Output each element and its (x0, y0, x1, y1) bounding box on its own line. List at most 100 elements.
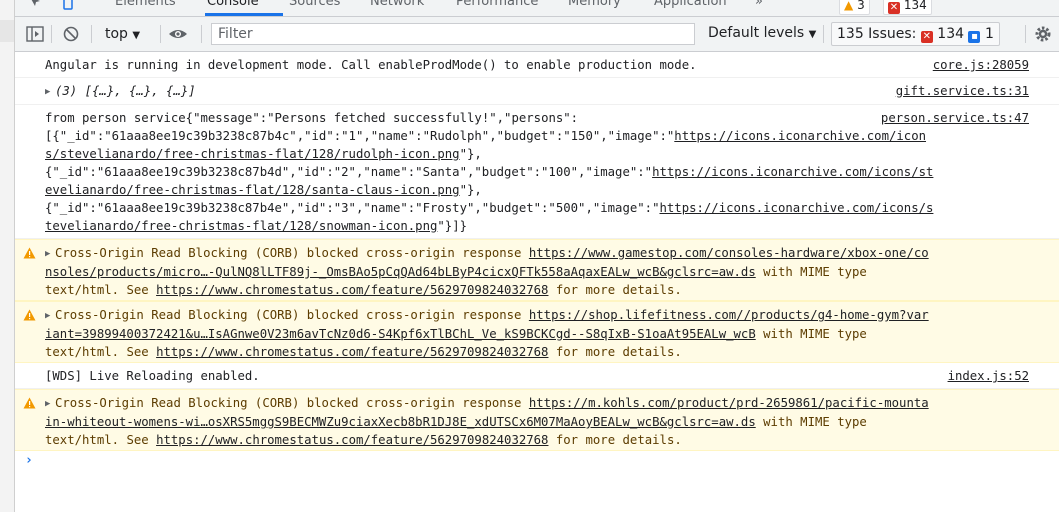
expand-triangle-icon[interactable]: ▶ (45, 245, 55, 263)
message-line: text/html. See https://www.chromestatus.… (45, 283, 682, 297)
sidebar-toggle-icon[interactable] (26, 26, 44, 42)
more-tabs-button[interactable]: » (755, 0, 763, 9)
console-prompt-chevron-icon[interactable]: › (25, 452, 33, 470)
console-message-log: Angular is running in development mode. … (15, 52, 1059, 78)
message-line: iant=39899400372421&u…IsAGnwe0V23m6avTcN… (45, 327, 867, 341)
tab-application[interactable]: Application (654, 0, 727, 9)
console-toolbar: top ▼ Default levels ▼ 135 Issues: ✕ 134… (15, 17, 1059, 52)
info-icon: ▪ (968, 31, 981, 43)
live-expression-eye-icon[interactable] (168, 26, 188, 42)
devtools-tab-bar: Elements Console Sources Network Perform… (15, 0, 1059, 17)
message-text[interactable]: ▶ (3) [{…}, {…}, {…}] (45, 82, 1035, 101)
source-link[interactable]: core.js:28059 (933, 56, 1029, 74)
issues-label: 135 Issues: (837, 26, 917, 42)
source-link[interactable]: person.service.ts:47 (881, 109, 1029, 127)
warning-icon (23, 246, 36, 259)
message-line: Cross-Origin Read Blocking (CORB) blocke… (55, 246, 929, 260)
message-line: s/stevelianardo/free-christmas-flat/128/… (45, 147, 482, 161)
expand-triangle-icon[interactable]: ▶ (45, 307, 55, 325)
tab-performance[interactable]: Performance (456, 0, 538, 9)
left-panel-accent (0, 20, 14, 42)
url-link[interactable]: https://m.kohls.com/product/prd-2659861/… (529, 396, 929, 410)
console-message-warning: ▶ Cross-Origin Read Blocking (CORB) block… (15, 239, 1059, 301)
tab-sources[interactable]: Sources (289, 0, 340, 9)
console-message-log: ▶ (3) [{…}, {…}, {…}] gift.service.ts:31 (15, 78, 1059, 105)
issues-button[interactable]: 135 Issues: ✕ 134 ▪ 1 (831, 22, 1000, 46)
url-link[interactable]: iant=39899400372421&u…IsAGnwe0V23m6avTcN… (45, 327, 756, 341)
toolbar-separator (160, 25, 161, 43)
url-link[interactable]: https://icons.iconarchive.com/icon (674, 129, 926, 143)
source-link[interactable]: gift.service.ts:31 (896, 82, 1029, 100)
toolbar-separator (823, 25, 824, 43)
console-message-log: from person service{"message":"Persons f… (15, 105, 1059, 239)
warning-icon (23, 308, 36, 321)
console-message-warning: ▶ Cross-Origin Read Blocking (CORB) block… (15, 301, 1059, 363)
message-text: from person service{"message":"Persons f… (45, 109, 1035, 235)
warnings-count: 3 (857, 0, 865, 12)
message-line: from person service{"message":"Persons f… (45, 111, 579, 125)
tab-console[interactable]: Console (207, 0, 259, 9)
message-line: [{"_id":"61aaa8ee19c39b3238c87b4c","id":… (45, 129, 927, 143)
devtools-panel: Elements Console Sources Network Perform… (15, 0, 1059, 512)
errors-badge[interactable]: ✕ 134 (883, 0, 932, 15)
url-link[interactable]: https://shop.lifefitness.com//products/g… (529, 308, 929, 322)
message-line: text/html. See https://www.chromestatus.… (45, 345, 682, 359)
toolbar-separator (1025, 25, 1026, 43)
url-link[interactable]: https://icons.iconarchive.com/icons/st (652, 165, 933, 179)
settings-gear-icon[interactable] (1034, 25, 1052, 43)
console-messages: Angular is running in development mode. … (15, 52, 1059, 512)
left-panel-strip (0, 0, 15, 512)
context-selector[interactable]: top ▼ (105, 26, 140, 42)
url-link[interactable]: https://www.chromestatus.com/feature/562… (156, 345, 548, 359)
warning-icon (23, 396, 36, 409)
error-icon: ✕ (888, 2, 900, 14)
url-link[interactable]: https://www.chromestatus.com/feature/562… (156, 433, 548, 447)
message-line: nsoles/products/micro…-QulNQ8lLTF89j-_Om… (45, 265, 867, 279)
url-link[interactable]: https://www.chromestatus.com/feature/562… (156, 283, 548, 297)
source-link[interactable]: index.js:52 (948, 367, 1029, 385)
tab-memory[interactable]: Memory (568, 0, 621, 9)
message-text: ▶ Cross-Origin Read Blocking (CORB) block… (45, 306, 1035, 361)
expand-triangle-icon[interactable]: ▶ (45, 83, 55, 101)
url-link[interactable]: nsoles/products/micro…-QulNQ8lLTF89j-_Om… (45, 265, 756, 279)
issues-error-count: 134 (937, 26, 965, 42)
message-text: ▶ Cross-Origin Read Blocking (CORB) block… (45, 394, 1035, 449)
url-link[interactable]: https://icons.iconarchive.com/icons/s (659, 201, 933, 215)
url-link[interactable]: s/stevelianardo/free-christmas-flat/128/… (45, 147, 460, 161)
url-link[interactable]: evelianardo/free-christmas-flat/128/sant… (45, 183, 460, 197)
message-text: [WDS] Live Reloading enabled. (45, 369, 260, 383)
url-link[interactable]: in-whiteout-womens-wi…osXRS5mggS9BECMWZu… (45, 415, 756, 429)
log-levels-dropdown[interactable]: Default levels ▼ (708, 25, 816, 41)
toolbar-separator (201, 25, 202, 43)
filter-input[interactable] (211, 23, 695, 45)
active-tab-indicator (205, 13, 283, 16)
message-line: Cross-Origin Read Blocking (CORB) blocke… (55, 308, 929, 322)
issues-info-count: 1 (984, 26, 994, 42)
clear-console-icon[interactable] (63, 26, 79, 42)
url-link[interactable]: https://www.gamestop.com/consoles-hardwa… (529, 246, 929, 260)
url-link[interactable]: tevelianardo/free-christmas-flat/128/sno… (45, 219, 437, 233)
array-preview: (3) [{…}, {…}, {…}] (55, 84, 196, 98)
toolbar-separator (51, 25, 52, 43)
message-line: in-whiteout-womens-wi…osXRS5mggS9BECMWZu… (45, 415, 867, 429)
context-label: top (105, 26, 128, 42)
warnings-badge[interactable]: ▲ 3 (839, 0, 870, 15)
warning-icon: ▲ (844, 0, 854, 12)
message-line: {"_id":"61aaa8ee19c39b3238c87b4d","id":"… (45, 165, 934, 179)
console-message-log: [WDS] Live Reloading enabled. index.js:5… (15, 363, 1059, 389)
dropdown-arrow-icon: ▼ (132, 30, 141, 41)
device-toolbar-icon[interactable] (61, 0, 75, 10)
inspect-element-icon[interactable] (29, 0, 43, 10)
console-message-warning: ▶ Cross-Origin Read Blocking (CORB) block… (15, 389, 1059, 451)
message-line: text/html. See https://www.chromestatus.… (45, 433, 682, 447)
message-line: tevelianardo/free-christmas-flat/128/sno… (45, 219, 468, 233)
toolbar-separator (91, 25, 92, 43)
tab-elements[interactable]: Elements (115, 0, 176, 9)
message-text: ▶ Cross-Origin Read Blocking (CORB) block… (45, 244, 1035, 299)
message-line: {"_id":"61aaa8ee19c39b3238c87b4e","id":"… (45, 201, 934, 215)
dropdown-arrow-icon: ▼ (808, 29, 817, 40)
errors-count: 134 (903, 0, 927, 12)
tab-network[interactable]: Network (370, 0, 424, 9)
expand-triangle-icon[interactable]: ▶ (45, 395, 55, 413)
log-levels-label: Default levels (708, 25, 805, 41)
